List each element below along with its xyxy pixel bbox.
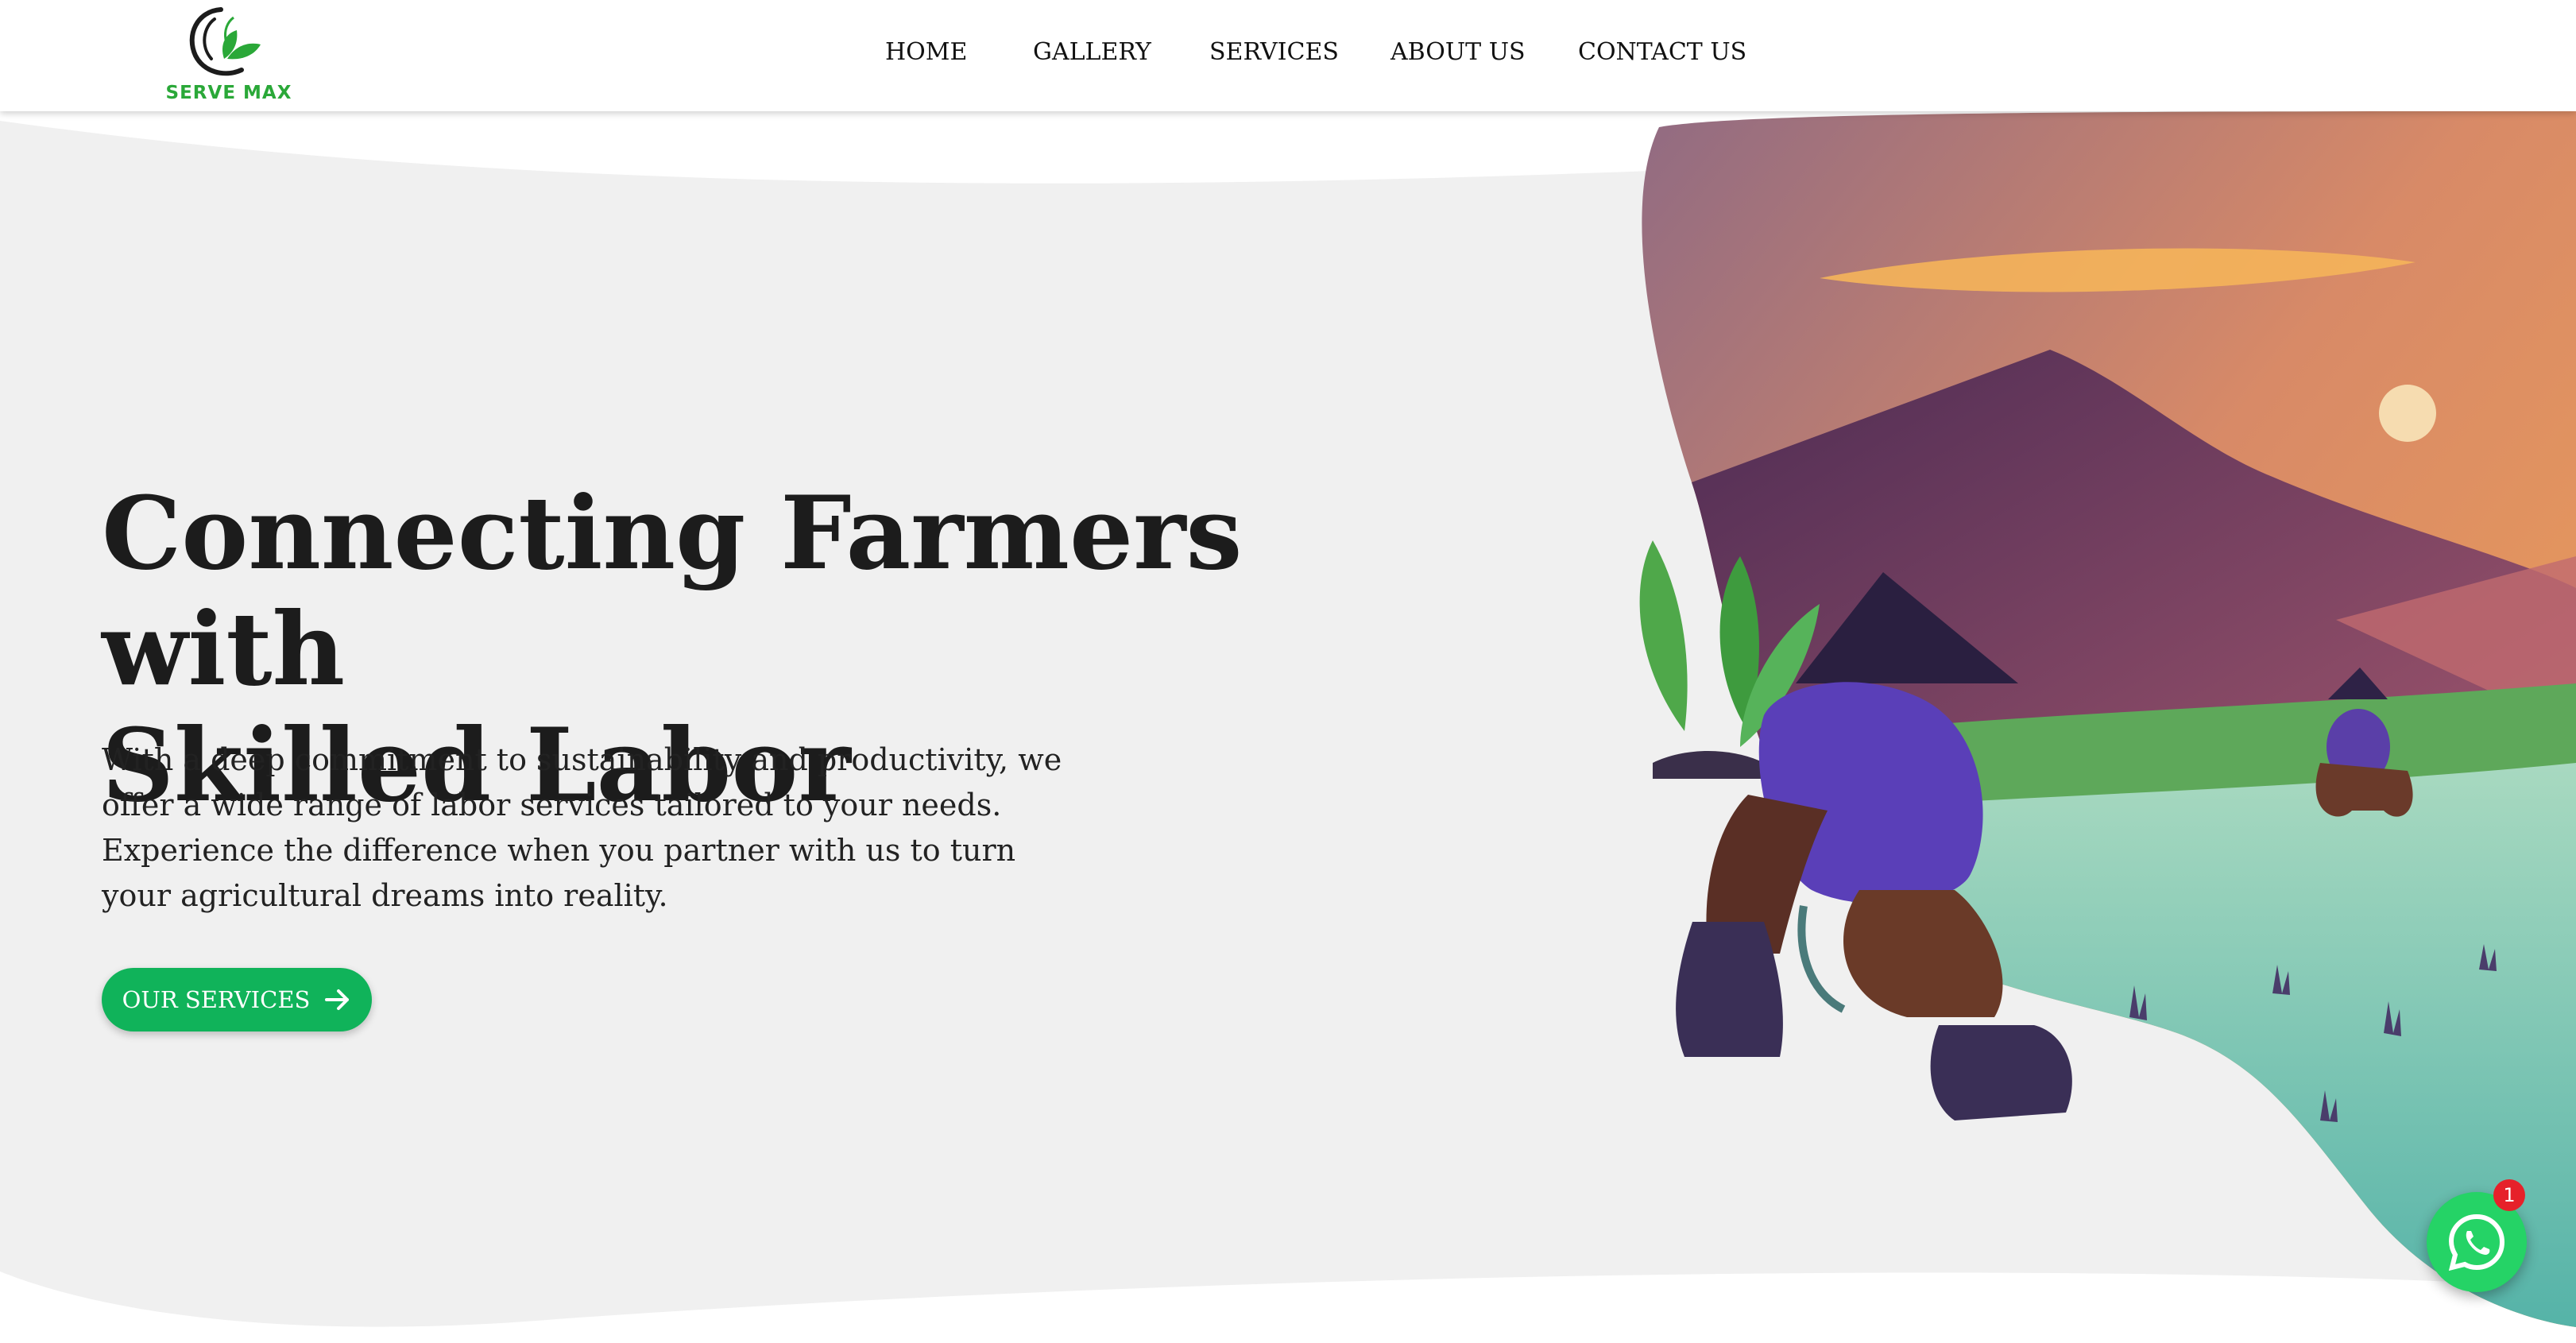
whatsapp-icon [2448,1213,2505,1271]
our-services-button[interactable]: OUR SERVICES [102,968,372,1031]
logo-text: SERVE MAX [165,83,292,103]
nav-services[interactable]: SERVICES [1209,38,1339,66]
nav-gallery[interactable]: GALLERY [1033,38,1151,66]
arrow-right-icon [325,989,350,1010]
nav-home[interactable]: HOME [885,38,967,66]
our-services-label: OUR SERVICES [122,986,311,1013]
site-header: SERVE MAX HOME GALLERY SERVICES ABOUT US… [0,0,2576,111]
nav-contact-us[interactable]: CONTACT US [1578,38,1746,66]
main-nav: HOME GALLERY SERVICES ABOUT US CONTACT U… [0,38,2576,73]
hero-description: With a deep commitment to sustainability… [102,742,1062,913]
farmers-planting-rice-illustration [1639,111,2576,1327]
hero-title-line-1: Connecting Farmers with [102,474,1243,708]
nav-about-us[interactable]: ABOUT US [1390,38,1526,66]
notification-badge: 1 [2493,1179,2525,1211]
